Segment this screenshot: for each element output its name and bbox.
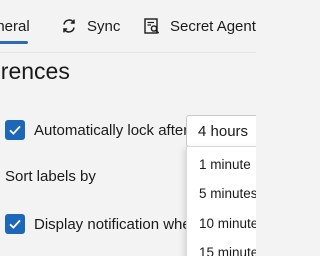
autolock-select[interactable]: 4 hours <box>186 115 256 147</box>
autolock-label: Automatically lock after <box>34 121 189 139</box>
preferences-window: eneral Sync <box>0 0 256 256</box>
autolock-selected-value: 4 hours <box>198 122 249 140</box>
sync-icon <box>60 17 78 35</box>
checkmark-icon <box>9 219 21 229</box>
notify-row: Display notification when <box>5 214 199 234</box>
sort-row: Sort labels by <box>5 168 96 185</box>
active-tab-indicator <box>0 41 28 44</box>
dropdown-option[interactable]: 5 minutes <box>199 186 256 201</box>
tab-bar: eneral Sync <box>0 0 256 53</box>
tab-sync[interactable]: Sync <box>60 0 120 52</box>
tab-general-label: eneral <box>0 17 30 35</box>
sort-label: Sort labels by <box>5 168 96 185</box>
notify-label: Display notification when <box>34 215 200 233</box>
tab-secret-agent[interactable]: Secret Agent <box>143 0 256 52</box>
autolock-dropdown-list: 1 minute 5 minutes 10 minutes 15 minutes <box>186 146 256 256</box>
checkmark-icon <box>9 125 21 135</box>
autolock-checkbox[interactable] <box>5 120 25 140</box>
notify-checkbox[interactable] <box>5 214 25 234</box>
tab-secret-agent-label: Secret Agent <box>170 17 256 35</box>
tab-sync-label: Sync <box>87 17 121 35</box>
dropdown-option[interactable]: 1 minute <box>199 157 251 172</box>
page-title: erences <box>0 58 70 84</box>
secret-agent-icon <box>143 17 161 35</box>
tab-general[interactable]: eneral <box>0 0 30 52</box>
dropdown-option[interactable]: 10 minutes <box>199 216 256 231</box>
autolock-row: Automatically lock after <box>5 120 188 140</box>
dropdown-option[interactable]: 15 minutes <box>199 245 256 256</box>
